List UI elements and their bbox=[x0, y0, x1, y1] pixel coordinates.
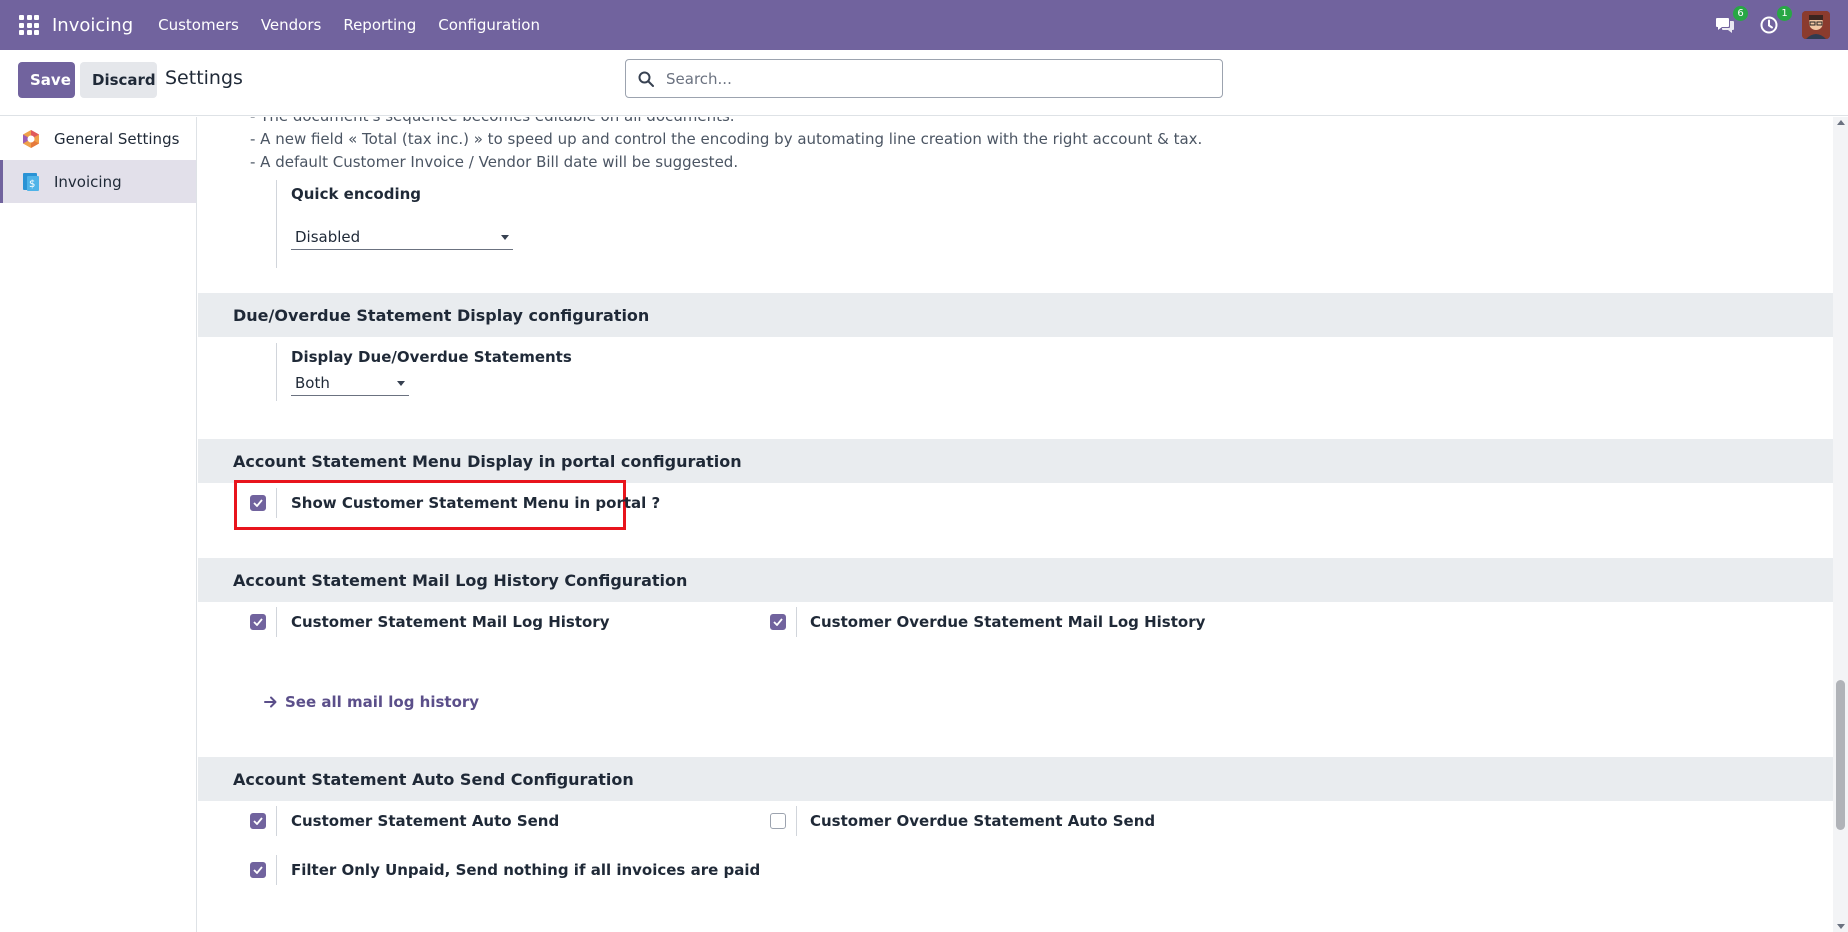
section-auto-send-title: Account Statement Auto Send Configuratio… bbox=[198, 757, 1833, 801]
search-input[interactable] bbox=[666, 69, 1206, 88]
content-scrollbar[interactable] bbox=[1833, 117, 1848, 932]
activities-badge: 1 bbox=[1777, 6, 1792, 21]
setting-divider bbox=[796, 607, 797, 637]
control-panel: Save Discard Settings bbox=[0, 50, 1848, 116]
section-portal-title: Account Statement Menu Display in portal… bbox=[198, 439, 1833, 483]
nav-vendors[interactable]: Vendors bbox=[261, 16, 322, 34]
setting-divider bbox=[276, 607, 277, 637]
section-due-overdue-title: Due/Overdue Statement Display configurat… bbox=[198, 293, 1833, 337]
discard-button[interactable]: Discard bbox=[80, 62, 157, 98]
scroll-up-arrow-icon[interactable] bbox=[1837, 120, 1845, 125]
messages-badge: 6 bbox=[1733, 6, 1748, 21]
odoo-logo-icon bbox=[20, 128, 42, 150]
settings-sidebar: General Settings $ Invoicing bbox=[0, 117, 197, 932]
search-bar[interactable] bbox=[625, 59, 1223, 98]
setting-divider bbox=[276, 343, 277, 401]
display-due-overdue-select[interactable]: Both bbox=[291, 374, 409, 396]
activities-clock-icon[interactable]: 1 bbox=[1758, 6, 1792, 36]
sidebar-item-invoicing[interactable]: $ Invoicing bbox=[0, 160, 196, 203]
customer-auto-send-label: Customer Statement Auto Send bbox=[291, 812, 560, 830]
overdue-auto-send-checkbox[interactable] bbox=[770, 813, 786, 829]
see-all-mail-log-link[interactable]: See all mail log history bbox=[264, 693, 479, 711]
quick-encoding-desc-line: - A default Customer Invoice / Vendor Bi… bbox=[250, 153, 739, 171]
quick-encoding-desc-line: - A new field « Total (tax inc.) » to sp… bbox=[250, 130, 1203, 148]
top-navbar: Invoicing Customers Vendors Reporting Co… bbox=[0, 0, 1848, 50]
save-button[interactable]: Save bbox=[18, 62, 75, 98]
show-portal-menu-label: Show Customer Statement Menu in portal ? bbox=[291, 494, 661, 512]
setting-divider bbox=[276, 180, 277, 268]
page-title: Settings bbox=[165, 67, 243, 89]
section-mail-log-title: Account Statement Mail Log History Confi… bbox=[198, 558, 1833, 602]
display-due-overdue-value: Both bbox=[295, 374, 330, 392]
setting-divider bbox=[276, 855, 277, 885]
setting-divider bbox=[276, 488, 277, 518]
customer-auto-send-checkbox[interactable] bbox=[250, 813, 266, 829]
display-due-overdue-label: Display Due/Overdue Statements bbox=[291, 348, 572, 366]
customer-mail-log-checkbox[interactable] bbox=[250, 614, 266, 630]
overdue-mail-log-checkbox[interactable] bbox=[770, 614, 786, 630]
quick-encoding-label: Quick encoding bbox=[291, 185, 422, 203]
nav-customers[interactable]: Customers bbox=[158, 16, 239, 34]
app-name[interactable]: Invoicing bbox=[52, 15, 133, 36]
user-avatar[interactable] bbox=[1802, 11, 1830, 39]
chevron-down-icon bbox=[397, 380, 405, 386]
sidebar-item-label: General Settings bbox=[54, 129, 180, 148]
quick-encoding-select[interactable]: Disabled bbox=[291, 228, 513, 250]
setting-divider bbox=[796, 806, 797, 836]
svg-text:$: $ bbox=[29, 179, 35, 190]
scroll-down-arrow-icon[interactable] bbox=[1837, 924, 1845, 929]
customer-mail-log-label: Customer Statement Mail Log History bbox=[291, 613, 610, 631]
messages-icon[interactable]: 6 bbox=[1714, 6, 1748, 36]
scroll-thumb[interactable] bbox=[1836, 680, 1845, 830]
overdue-mail-log-label: Customer Overdue Statement Mail Log Hist… bbox=[810, 613, 1206, 631]
setting-divider bbox=[276, 806, 277, 836]
chevron-down-icon bbox=[501, 234, 509, 240]
quick-encoding-desc-line: - The document's sequence becomes editab… bbox=[250, 117, 735, 125]
search-icon bbox=[638, 71, 654, 87]
filter-unpaid-checkbox[interactable] bbox=[250, 862, 266, 878]
quick-encoding-value: Disabled bbox=[295, 228, 361, 246]
filter-unpaid-label: Filter Only Unpaid, Send nothing if all … bbox=[291, 861, 761, 879]
see-all-mail-log-text: See all mail log history bbox=[285, 693, 480, 711]
sidebar-item-label: Invoicing bbox=[54, 172, 122, 191]
show-portal-menu-checkbox[interactable] bbox=[250, 495, 266, 511]
settings-content: - The document's sequence becomes editab… bbox=[198, 117, 1833, 932]
arrow-right-icon bbox=[264, 696, 277, 708]
apps-menu-icon[interactable] bbox=[19, 15, 39, 35]
nav-configuration[interactable]: Configuration bbox=[438, 16, 540, 34]
overdue-auto-send-label: Customer Overdue Statement Auto Send bbox=[810, 812, 1156, 830]
systray: 6 1 bbox=[1714, 0, 1830, 50]
nav-reporting[interactable]: Reporting bbox=[343, 16, 416, 34]
sidebar-item-general-settings[interactable]: General Settings bbox=[0, 117, 196, 160]
invoicing-app-icon: $ bbox=[20, 171, 42, 193]
